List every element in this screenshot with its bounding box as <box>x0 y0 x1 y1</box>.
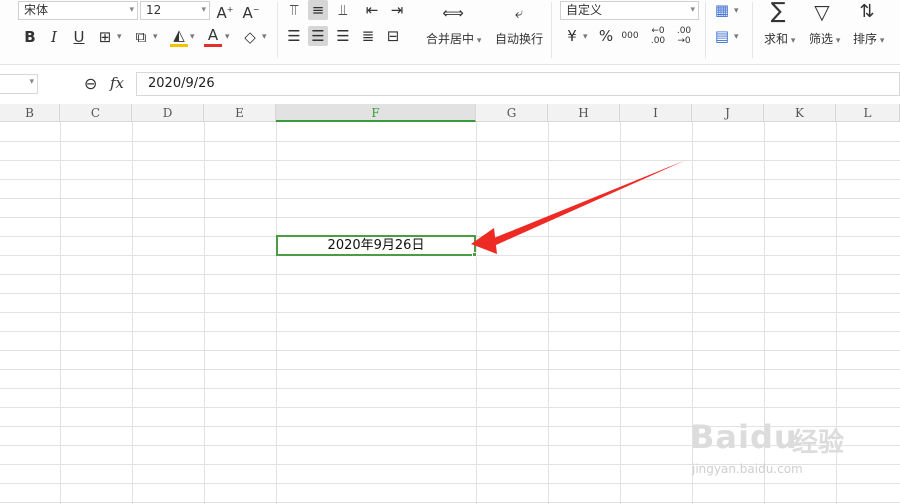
baidu-watermark: Baidu 经验 jingyan.baidu.com <box>690 402 860 492</box>
watermark-brand-cn: 经验 <box>792 428 845 458</box>
watermark-brand: Baidu <box>690 418 798 456</box>
watermark-url: jingyan.baidu.com <box>692 462 803 476</box>
arrow-head <box>471 228 497 254</box>
arrow-shaft <box>494 160 686 245</box>
